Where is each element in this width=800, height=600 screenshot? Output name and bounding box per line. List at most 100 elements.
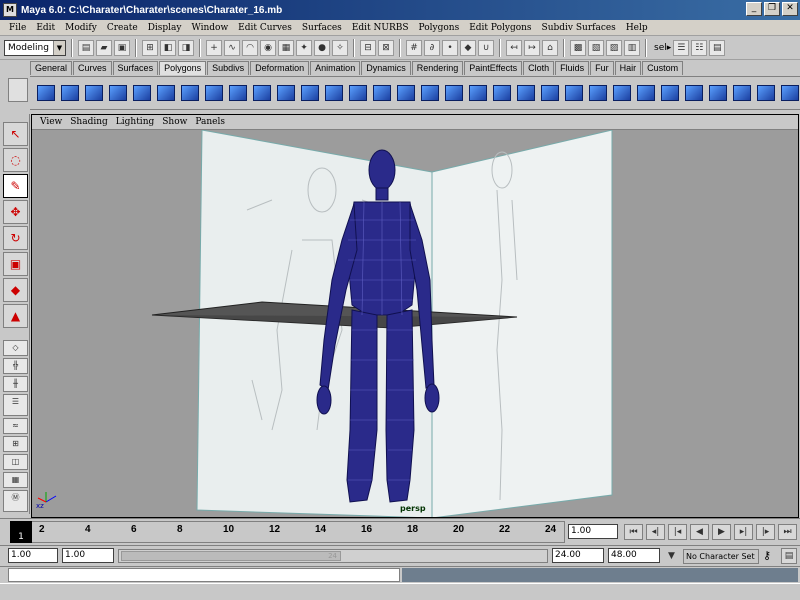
poly-pipe-icon[interactable] [202, 80, 225, 106]
snap-plane-icon[interactable]: ◆ [460, 39, 476, 56]
menu-subdiv-surfaces[interactable]: Subdiv Surfaces [537, 23, 621, 33]
shelf-tab-animation[interactable]: Animation [310, 61, 361, 75]
split-polygon-icon[interactable] [538, 80, 561, 106]
current-frame-marker[interactable]: 1 [10, 521, 32, 543]
step-forward-key-icon[interactable]: |▸ [756, 524, 775, 540]
step-forward-frame-icon[interactable]: ▸| [734, 524, 753, 540]
shelf-tab-subdivs[interactable]: Subdivs [207, 61, 250, 75]
shelf-tab-curves[interactable]: Curves [73, 61, 112, 75]
menu-edit-polygons[interactable]: Edit Polygons [464, 23, 536, 33]
construction-history-icon[interactable]: ⌂ [542, 39, 558, 56]
snap-point-icon[interactable]: • [442, 39, 458, 56]
mask-misc-icon[interactable]: ✧ [332, 39, 348, 56]
range-slider-bar[interactable]: 24 [118, 549, 548, 563]
persp-graph-layout-icon[interactable]: ◫ [3, 454, 28, 470]
quick-selection-label[interactable]: sel▸ [654, 43, 671, 53]
perspective-viewport[interactable]: xz persp [32, 130, 798, 517]
render-globals-icon[interactable]: ▥ [624, 39, 640, 56]
two-pane-layout-icon[interactable]: ╫ [3, 376, 28, 392]
menu-set-dropdown[interactable]: Modeling ▼ [4, 39, 66, 56]
maya-app-icon[interactable]: M [3, 3, 17, 17]
menu-surfaces[interactable]: Surfaces [297, 23, 347, 33]
soft-mod-tool-icon[interactable]: ▲ [3, 304, 28, 328]
bevel-icon[interactable] [586, 80, 609, 106]
input-ops-icon[interactable]: ↤ [506, 39, 522, 56]
animation-preferences-icon[interactable]: ▤ [781, 548, 797, 564]
paint-select-tool-icon[interactable]: ✎ [3, 174, 28, 198]
shelf-tab-fluids[interactable]: Fluids [555, 61, 590, 75]
poly-cube-icon[interactable] [58, 80, 81, 106]
shelf-tab-deformation[interactable]: Deformation [250, 61, 310, 75]
single-pane-layout-icon[interactable]: ◇ [3, 340, 28, 356]
separate-icon[interactable] [322, 80, 345, 106]
current-time-field[interactable]: 1.00 [568, 524, 618, 539]
render-view-icon[interactable]: ▩ [570, 39, 586, 56]
open-scene-icon[interactable]: ▰ [96, 39, 112, 56]
playback-start-field[interactable]: 1.00 [62, 548, 114, 563]
maximize-button[interactable]: ❐ [764, 2, 780, 16]
shelf-tab-fur[interactable]: Fur [590, 61, 614, 75]
render-current-icon[interactable]: ▧ [588, 39, 604, 56]
hypershade-layout-icon[interactable]: ⊞ [3, 436, 28, 452]
extract-icon[interactable] [346, 80, 369, 106]
menu-edit-nurbs[interactable]: Edit NURBS [347, 23, 414, 33]
character-set-menu[interactable]: No Character Set [683, 549, 759, 564]
poly-sphere-icon[interactable] [34, 80, 57, 106]
menu-edit-curves[interactable]: Edit Curves [233, 23, 297, 33]
combine-icon[interactable] [298, 80, 321, 106]
shelf-tab-rendering[interactable]: Rendering [411, 61, 464, 75]
close-button[interactable]: ✕ [782, 2, 798, 16]
menu-window[interactable]: Window [187, 23, 234, 33]
poly-platonic-icon[interactable] [274, 80, 297, 106]
bridge-icon[interactable] [490, 80, 513, 106]
output-ops-icon[interactable]: ↦ [524, 39, 540, 56]
select-component-icon[interactable]: ◨ [178, 39, 194, 56]
subdivide-icon[interactable] [682, 80, 705, 106]
mask-deformations-icon[interactable]: ▦ [278, 39, 294, 56]
mask-rendering-icon[interactable]: ● [314, 39, 330, 56]
character-set-dropdown-icon[interactable]: ▼ [662, 549, 681, 565]
shelf-tab-cloth[interactable]: Cloth [523, 61, 555, 75]
rotate-tool-icon[interactable]: ↻ [3, 226, 28, 250]
booleans-icon[interactable] [370, 80, 393, 106]
play-backward-icon[interactable]: ◀ [690, 524, 709, 540]
menu-edit[interactable]: Edit [31, 23, 60, 33]
mask-dynamics-icon[interactable]: ✦ [296, 39, 312, 56]
step-back-key-icon[interactable]: ◂| [646, 524, 665, 540]
uv-planar-icon[interactable] [778, 80, 800, 106]
move-tool-icon[interactable]: ✥ [3, 200, 28, 224]
normals-icon[interactable] [754, 80, 777, 106]
go-to-start-icon[interactable]: ⏮ [624, 524, 643, 540]
shelf-tab-painteffects[interactable]: PaintEffects [464, 61, 523, 75]
shelf-tab-polygons[interactable]: Polygons [159, 61, 207, 75]
poly-cylinder-icon[interactable] [82, 80, 105, 106]
four-pane-layout-icon[interactable]: ╬ [3, 358, 28, 374]
range-slider-thumb[interactable]: 24 [121, 551, 341, 561]
shelf-tab-hair[interactable]: Hair [614, 61, 642, 75]
shelf-tab-surfaces[interactable]: Surfaces [112, 61, 159, 75]
lock-selection-icon[interactable]: ⊟ [360, 39, 376, 56]
mirror-icon[interactable] [418, 80, 441, 106]
menu-create[interactable]: Create [102, 23, 143, 33]
poly-soccer-icon[interactable] [250, 80, 273, 106]
mask-joints-icon[interactable]: ∿ [224, 39, 240, 56]
panel-menu-shading[interactable]: Shading [66, 117, 112, 127]
menu-display[interactable]: Display [143, 23, 187, 33]
play-forward-icon[interactable]: ▶ [712, 524, 731, 540]
time-slider-track[interactable]: 2 4 6 8 10 12 14 16 18 20 22 24 [10, 521, 565, 543]
select-object-icon[interactable]: ◧ [160, 39, 176, 56]
menu-help[interactable]: Help [621, 23, 653, 33]
channel-box-icon[interactable]: ▤ [709, 39, 726, 56]
command-input[interactable] [8, 568, 400, 582]
poke-face-icon[interactable] [658, 80, 681, 106]
poly-prism-icon[interactable] [178, 80, 201, 106]
shelf-tab-custom[interactable]: Custom [642, 61, 684, 75]
lasso-tool-icon[interactable]: ◌ [3, 148, 28, 172]
menu-polygons[interactable]: Polygons [414, 23, 465, 33]
poly-torus-icon[interactable] [154, 80, 177, 106]
minimize-button[interactable]: _ [746, 2, 762, 16]
attribute-editor-icon[interactable]: ☰ [673, 39, 690, 56]
ipr-render-icon[interactable]: ▨ [606, 39, 622, 56]
panel-menu-lighting[interactable]: Lighting [112, 117, 158, 127]
menu-file[interactable]: File [4, 23, 31, 33]
